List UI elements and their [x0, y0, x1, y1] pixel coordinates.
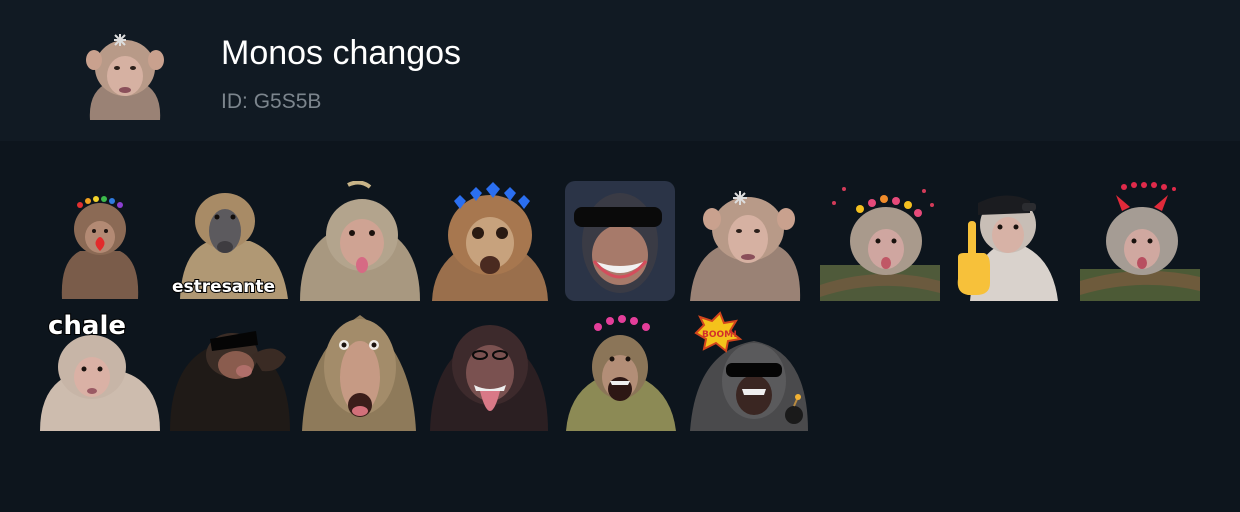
sticker-macaque-flower-crown[interactable]: [820, 181, 940, 301]
pack-title: Monos changos: [221, 34, 462, 72]
sticker-macaque-cap-finger[interactable]: [950, 181, 1070, 301]
sticker-monkey-blue-hearts[interactable]: [430, 181, 550, 301]
sticker-chimp-boom-sunglasses[interactable]: BOOM!: [690, 311, 810, 431]
sticker-heart-crown-monkey[interactable]: [40, 181, 160, 301]
pack-id-value: G5S5B: [253, 90, 322, 113]
sticker-baboon-stressed[interactable]: estresante: [170, 181, 290, 301]
pack-header: Monos changos ID: G5S5B: [0, 0, 1240, 141]
sticker-macaque-chale[interactable]: chale: [40, 310, 160, 431]
boom-text: BOOM!: [702, 330, 737, 340]
sticker-caption: chale: [47, 310, 127, 342]
sticker-macaque-surprised[interactable]: [300, 311, 420, 431]
sticker-macaque-tongue[interactable]: [300, 181, 420, 301]
sticker-chimp-sunglasses-kiss[interactable]: [170, 311, 290, 431]
pack-id-label: ID:: [221, 90, 248, 113]
sticker-chimp-sunglasses-smile[interactable]: [560, 181, 680, 301]
sticker-grid: estresante chale BOOM!: [0, 141, 1240, 512]
sticker-macaque-pouting[interactable]: [690, 181, 810, 301]
sticker-chimp-tongue[interactable]: [430, 311, 550, 431]
pack-id: ID: G5S5B: [221, 89, 321, 115]
pack-thumbnail: [80, 30, 170, 120]
sticker-baboon-hearts-yelling[interactable]: [560, 311, 680, 431]
sticker-macaque-devil-horns[interactable]: [1080, 181, 1200, 301]
sticker-caption: estresante: [171, 276, 276, 298]
